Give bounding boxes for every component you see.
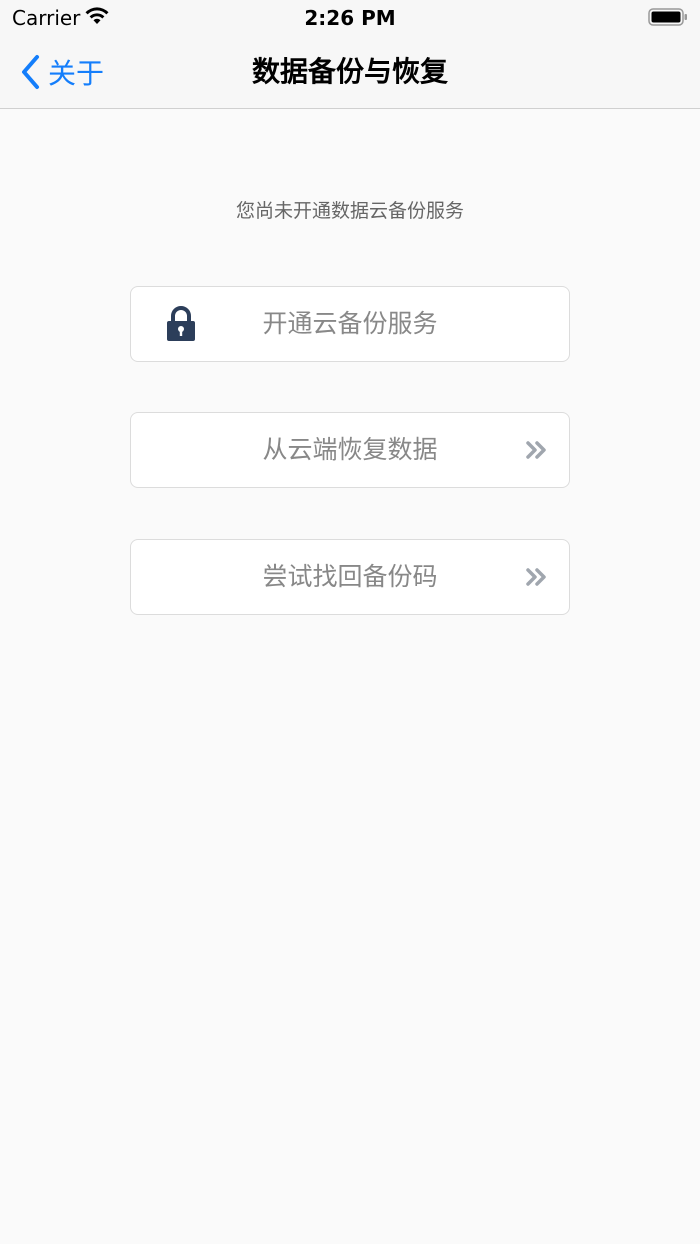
enable-cloud-backup-label: 开通云备份服务	[262, 309, 438, 338]
chevrons-right-icon	[526, 568, 546, 586]
recover-backup-code-label: 尝试找回备份码	[262, 562, 438, 591]
status-bar: Carrier 2:26 PM	[0, 0, 700, 36]
backup-status-text: 您尚未开通数据云备份服务	[235, 200, 464, 222]
battery-icon	[648, 8, 687, 26]
chevrons-right-icon	[526, 441, 546, 459]
enable-cloud-backup-button[interactable]: 开通云备份服务	[130, 286, 570, 362]
recover-backup-code-button[interactable]: 尝试找回备份码	[130, 539, 570, 615]
navigation-bar: 关于 数据备份与恢复	[0, 36, 700, 109]
page-title: 数据备份与恢复	[251, 55, 448, 88]
clock: 2:26 PM	[304, 6, 396, 30]
restore-from-cloud-button[interactable]: 从云端恢复数据	[130, 412, 570, 488]
restore-from-cloud-label: 从云端恢复数据	[262, 435, 438, 464]
